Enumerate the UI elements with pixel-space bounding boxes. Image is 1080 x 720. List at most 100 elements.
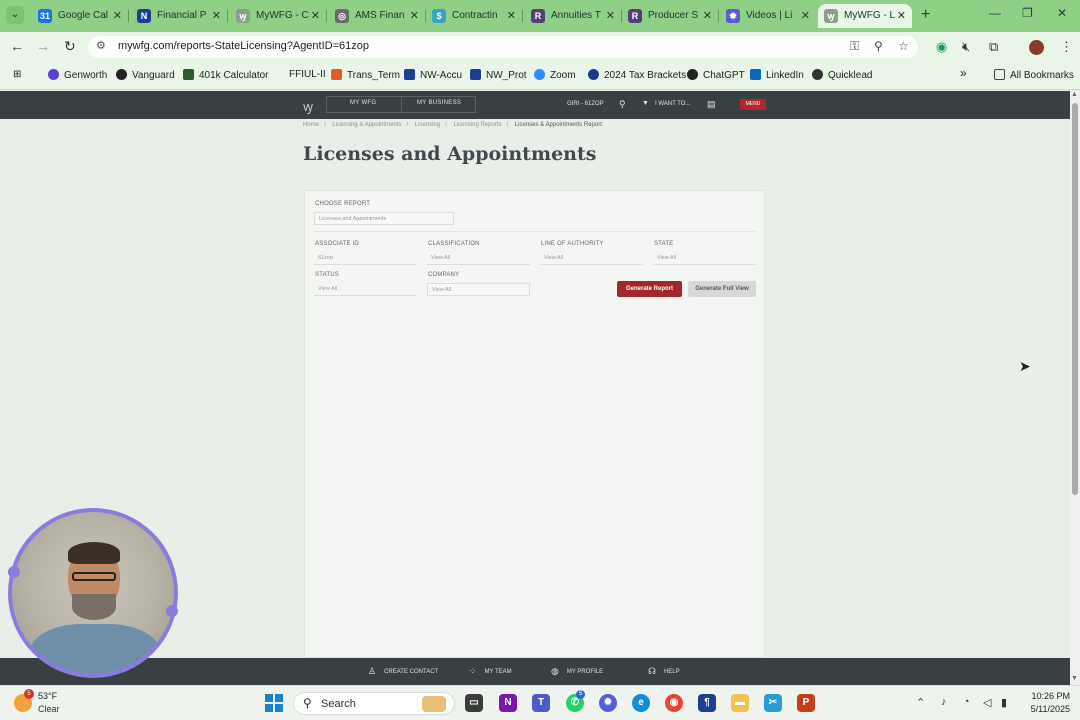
notepad-app-icon[interactable]: ¶	[698, 694, 716, 712]
bookmark-quicklead[interactable]: Quicklead	[812, 69, 872, 81]
grammarly-extension-icon[interactable]: ◉	[936, 39, 947, 55]
scrollbar-thumb[interactable]	[1072, 103, 1078, 495]
bookmark-vanguard[interactable]: Vanguard	[116, 69, 175, 81]
close-tab-icon[interactable]: ✕	[212, 4, 221, 28]
close-tab-icon[interactable]: ✕	[311, 4, 320, 28]
tab-mywfg-active[interactable]: ꝡ MyWFG - L ✕	[818, 4, 912, 28]
tray-overflow-chevron-icon[interactable]: ⌃	[916, 696, 925, 709]
page-scrollbar[interactable]: ▲ ▼	[1070, 91, 1080, 685]
site-info-icon[interactable]: ⚙	[96, 39, 106, 52]
close-tab-icon[interactable]: ✕	[113, 4, 122, 28]
powerpoint-icon[interactable]: P	[797, 694, 815, 712]
close-tab-icon[interactable]: ✕	[897, 4, 906, 28]
breadcrumb-licensing-appointments[interactable]: Licensing & Appointments	[332, 122, 401, 128]
webcam-resize-handle[interactable]	[8, 566, 20, 578]
breadcrumb-licensing-reports[interactable]: Licensing Reports	[453, 122, 501, 128]
wifi-icon[interactable]: ◔	[963, 696, 970, 708]
breadcrumb-licensing[interactable]: Licensing	[415, 122, 440, 128]
close-tab-icon[interactable]: ✕	[703, 4, 712, 28]
extensions-puzzle-icon[interactable]: ⧉	[989, 39, 998, 55]
close-tab-icon[interactable]: ✕	[801, 4, 810, 28]
chrome-browser-icon[interactable]: ◉	[665, 694, 683, 712]
system-clock[interactable]: 10:26 PM 5/11/2025	[1022, 690, 1070, 716]
classification-select[interactable]: View All	[427, 252, 530, 265]
more-bookmarks-chevron-icon[interactable]: »	[960, 66, 967, 80]
scroll-up-arrow-icon[interactable]: ▲	[1071, 91, 1078, 98]
menu-button[interactable]: MENU	[740, 99, 766, 110]
scroll-down-arrow-icon[interactable]: ▼	[1071, 675, 1078, 682]
forward-arrow-icon[interactable]: →	[36, 38, 50, 54]
tab-mywfg-1[interactable]: ꝡ MyWFG - C ✕	[230, 4, 326, 28]
tab-annuities[interactable]: R Annuities T ✕	[525, 4, 621, 28]
address-bar[interactable]: ⚙ mywfg.com/reports-StateLicensing?Agent…	[88, 36, 918, 58]
teams-icon[interactable]: T	[532, 694, 550, 712]
tab-producer[interactable]: R Producer S ✕	[622, 4, 718, 28]
all-bookmarks[interactable]: All Bookmarks	[994, 69, 1074, 81]
windows-start-icon[interactable]	[265, 694, 283, 712]
bookmark-genworth[interactable]: Genworth	[48, 69, 107, 81]
snipping-tool-icon[interactable]: ✂	[764, 694, 782, 712]
file-explorer-icon[interactable]: ▬	[731, 694, 749, 712]
tab-search-chevron-icon[interactable]: ⌄	[6, 6, 24, 24]
wfg-logo[interactable]: ꝡ	[303, 97, 313, 115]
close-window-icon[interactable]: ✕	[1057, 6, 1067, 20]
settings-gear-icon[interactable]: ✹	[599, 694, 617, 712]
tab-ams-finance[interactable]: ◎ AMS Finan ✕	[329, 4, 425, 28]
caret-down-icon[interactable]: ▼	[642, 100, 649, 107]
bookmark-trans-term[interactable]: Trans_Term	[331, 69, 400, 81]
generate-full-view-button[interactable]: Generate Full View	[688, 281, 756, 297]
more-vertical-icon[interactable]: ⋮	[1060, 39, 1073, 55]
breadcrumb-home[interactable]: Home	[303, 122, 319, 128]
weather-temp[interactable]: 53°F	[38, 691, 57, 701]
bookmark-star-icon[interactable]: ☆	[898, 39, 909, 53]
webcam-resize-handle[interactable]	[166, 605, 178, 617]
taskbar-search[interactable]: ⚲ Search	[293, 692, 455, 715]
associate-id-input[interactable]: 61zop	[314, 252, 417, 265]
close-tab-icon[interactable]: ✕	[606, 4, 615, 28]
generate-report-button[interactable]: Generate Report	[617, 281, 682, 297]
tab-financial[interactable]: N Financial P ✕	[131, 4, 227, 28]
search-icon[interactable]: ⚲	[619, 99, 626, 110]
password-key-icon[interactable]: ⚿	[850, 39, 859, 54]
close-tab-icon[interactable]: ✕	[507, 4, 516, 28]
bookmark-ffiul[interactable]: FFIUL-II	[289, 69, 326, 80]
i-want-to-menu[interactable]: I WANT TO...	[655, 101, 690, 107]
user-id[interactable]: GIRI - 61ZOP	[567, 101, 604, 107]
reload-icon[interactable]: ↻	[64, 38, 76, 55]
nav-my-wfg[interactable]: MY WFG	[350, 100, 376, 106]
state-select[interactable]: View All	[653, 252, 756, 265]
create-contact-button[interactable]: ♙ CREATE CONTACT	[368, 666, 438, 677]
task-view-icon[interactable]: ▭	[465, 694, 483, 712]
help-button[interactable]: ☊ HELP	[648, 666, 680, 677]
edge-browser-icon[interactable]: e	[632, 694, 650, 712]
zoom-icon[interactable]: ⚲	[874, 39, 883, 53]
my-team-button[interactable]: ⁘ MY TEAM	[469, 666, 512, 677]
muted-speaker-icon[interactable]: 🔇︎	[962, 39, 970, 55]
bookmark-linkedin[interactable]: LinkedIn	[750, 69, 804, 81]
my-profile-button[interactable]: ◍ MY PROFILE	[551, 666, 603, 677]
tab-contracting[interactable]: $ Contractin ✕	[426, 4, 522, 28]
microphone-icon[interactable]: ♪	[941, 696, 947, 708]
company-select[interactable]: View All	[427, 283, 530, 296]
restore-icon[interactable]: ❐	[1022, 6, 1033, 20]
new-tab-button[interactable]: +	[921, 6, 930, 24]
back-arrow-icon[interactable]: ←	[10, 38, 24, 54]
bookmark-zoom[interactable]: Zoom	[534, 69, 576, 81]
nav-my-business[interactable]: MY BUSINESS	[417, 100, 461, 106]
bookmark-401k-calculator[interactable]: 401k Calculator	[183, 69, 268, 81]
briefcase-icon[interactable]: ▤	[707, 99, 716, 110]
profile-avatar-icon[interactable]	[1029, 40, 1044, 55]
status-select[interactable]: View All	[314, 283, 417, 296]
onenote-icon[interactable]: N	[499, 694, 517, 712]
close-tab-icon[interactable]: ✕	[410, 4, 419, 28]
battery-icon[interactable]: ▮	[1001, 696, 1007, 709]
tab-google-calendar[interactable]: 31 Google Cal ✕	[32, 4, 128, 28]
choose-report-select[interactable]: Licenses and Appointments	[314, 212, 454, 225]
apps-grid-icon[interactable]: ⊞	[13, 69, 21, 80]
line-of-authority-select[interactable]: View All	[540, 252, 643, 265]
volume-icon[interactable]: ◁	[983, 696, 991, 709]
weather-condition[interactable]: Clear	[38, 704, 60, 714]
bookmark-chatgpt[interactable]: ChatGPT	[687, 69, 745, 81]
bookmark-tax-brackets[interactable]: 2024 Tax Brackets	[588, 69, 686, 81]
minimize-icon[interactable]: —	[989, 6, 1001, 20]
